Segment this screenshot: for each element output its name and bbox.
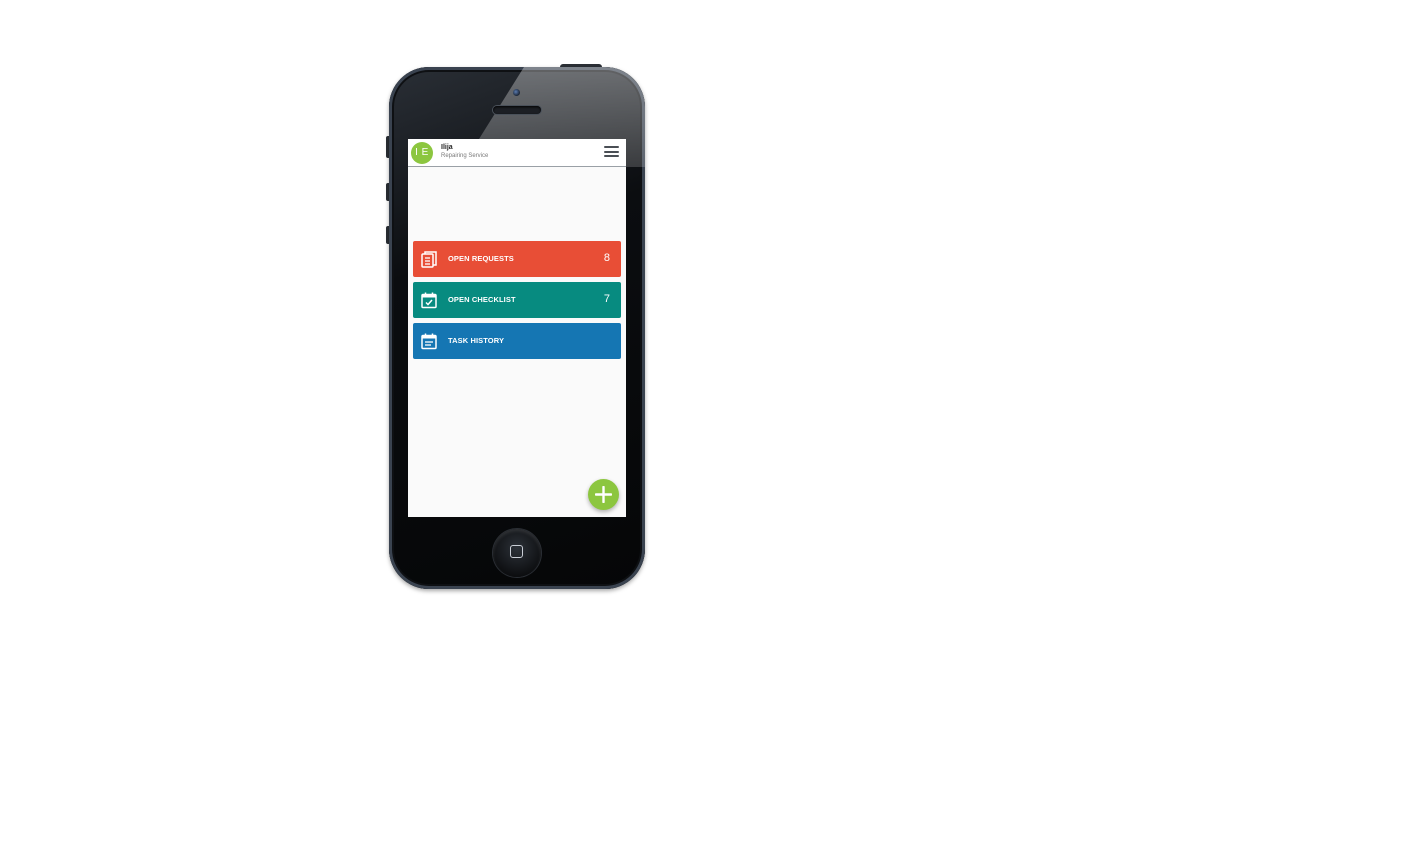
open-checklist-count: 7 xyxy=(603,293,610,305)
open-requests-tile[interactable]: OPEN REQUESTS 8 xyxy=(413,241,621,277)
stage: I E Ilija Repairing Service OPEN REQUEST… xyxy=(0,0,1423,866)
calendar-notes-icon xyxy=(421,333,437,350)
plus-icon xyxy=(595,486,612,503)
user-name: Ilija xyxy=(441,144,453,151)
hamburger-menu-icon[interactable] xyxy=(604,146,619,159)
front-camera xyxy=(513,89,520,96)
home-square-icon xyxy=(510,545,523,558)
open-requests-count: 8 xyxy=(603,252,610,264)
avatar[interactable]: I E xyxy=(411,142,433,164)
tile-label: OPEN REQUESTS xyxy=(448,254,514,263)
tile-label: TASK HISTORY xyxy=(448,336,505,345)
requests-list-icon xyxy=(421,251,437,268)
calendar-check-icon xyxy=(421,292,437,309)
user-subtitle: Repairing Service xyxy=(441,153,489,159)
earpiece-speaker xyxy=(493,106,541,114)
app-header: I E Ilija Repairing Service xyxy=(408,139,626,167)
app-screen: I E Ilija Repairing Service OPEN REQUEST… xyxy=(408,139,626,517)
open-checklist-tile[interactable]: OPEN CHECKLIST 7 xyxy=(413,282,621,318)
add-fab-button[interactable] xyxy=(588,479,619,510)
phone-frame: I E Ilija Repairing Service OPEN REQUEST… xyxy=(389,67,645,589)
home-button xyxy=(493,529,541,577)
task-history-tile[interactable]: TASK HISTORY xyxy=(413,323,621,359)
tile-label: OPEN CHECKLIST xyxy=(448,295,516,304)
